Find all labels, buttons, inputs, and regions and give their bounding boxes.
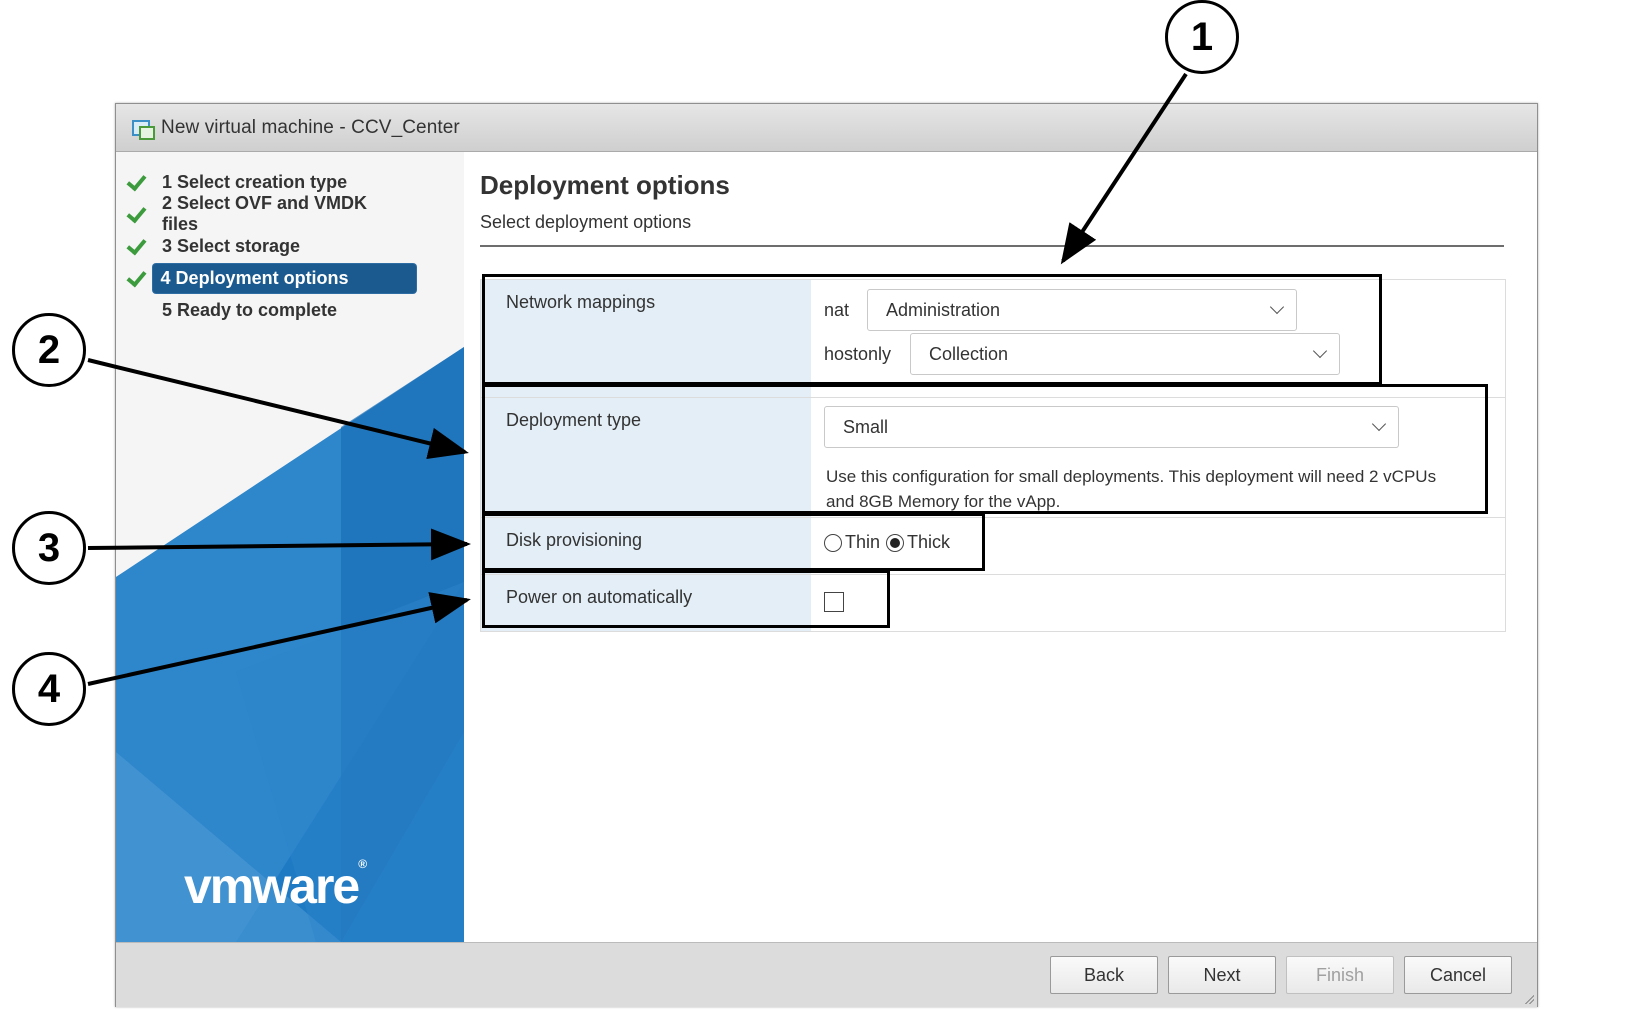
callout-bubble-4: 4 (12, 652, 86, 726)
callout-1-arrow (1060, 72, 1188, 265)
callout-2-arrow (87, 358, 469, 460)
callout-bubble-2: 2 (12, 313, 86, 387)
callout-4-arrow (87, 592, 471, 686)
callout-arrows (87, 72, 1188, 686)
callout-bubble-1: 1 (1165, 0, 1239, 74)
callout-bubble-3: 3 (12, 511, 86, 585)
callout-3-arrow (87, 528, 471, 561)
